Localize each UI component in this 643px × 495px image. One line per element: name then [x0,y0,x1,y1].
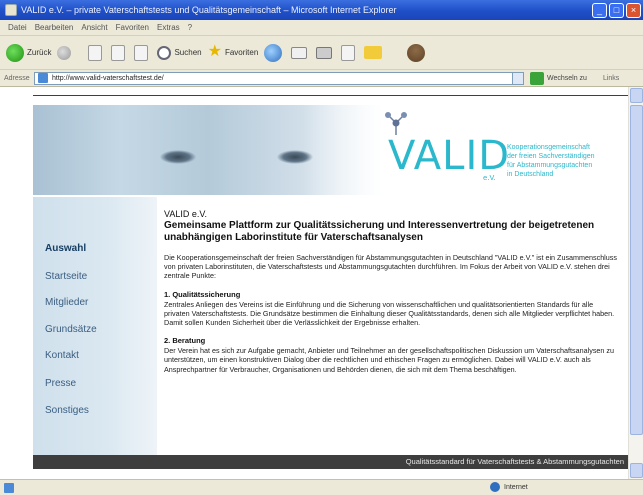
scroll-thumb[interactable] [630,105,643,435]
page-status-icon [4,482,14,493]
scroll-down-button[interactable] [630,463,643,478]
page-icon [38,73,48,83]
home-button[interactable] [134,44,151,61]
security-zone: Internet [490,482,528,492]
menu-tools[interactable]: Extras [157,23,180,32]
print-button[interactable] [316,46,335,59]
scroll-up-button[interactable] [630,88,643,103]
logo-suffix: e.V. [483,174,496,182]
search-label: Suchen [174,48,202,57]
menu-favorites[interactable]: Favoriten [116,23,149,32]
messenger-button[interactable] [407,43,428,62]
refresh-icon [111,44,126,61]
section-text-consulting: Der Verein hat es sich zur Aufgabe gemac… [164,346,614,374]
browser-toolbar: Zurück Suchen ★ Favoriten [0,36,643,70]
association-description: Kooperationsgemeinschaft der freien Sach… [507,143,625,179]
favorites-button[interactable]: ★ Favoriten [207,42,259,62]
association-line: der freien Sachverständigen [507,153,595,160]
forward-button[interactable] [57,45,74,60]
search-icon [157,45,172,60]
sidebar-item-sonstiges[interactable]: Sonstiges [45,405,89,416]
mail-icon [291,46,308,59]
menu-file[interactable]: Datei [8,23,27,32]
folder-icon [364,46,383,59]
address-label: Adresse [4,74,30,82]
page-viewport: VALID e.V. Kooperationsgemeinschaft der … [0,87,643,479]
site-container: VALID e.V. Kooperationsgemeinschaft der … [33,87,628,479]
edit-icon [341,44,356,61]
links-button[interactable]: Links [603,75,619,82]
star-icon: ★ [207,42,222,60]
stop-button[interactable] [88,44,105,61]
intro-paragraph: Die Kooperationsgemeinschaft der freien … [164,253,617,281]
window-titlebar: VALID e.V. – private Vaterschaftstests u… [0,0,643,20]
address-bar: Adresse http://www.valid-vaterschaftstes… [0,70,643,87]
sidebar-item-mitglieder[interactable]: Mitglieder [45,297,88,308]
sidebar-item-startseite[interactable]: Startseite [45,271,87,282]
history-button[interactable] [291,46,310,59]
media-button[interactable] [264,43,285,62]
refresh-button[interactable] [111,44,128,61]
printer-icon [316,46,333,59]
go-label: Wechseln zu [547,74,587,82]
top-divider [33,95,628,96]
back-arrow-icon [6,43,24,62]
sidebar-nav: Auswahl Startseite Mitglieder Grundsätze… [33,197,157,455]
menu-help[interactable]: ? [188,23,192,32]
menu-view[interactable]: Ansicht [81,23,107,32]
forward-arrow-icon [57,45,72,60]
site-banner: VALID e.V. Kooperationsgemeinschaft der … [33,105,628,195]
go-arrow-icon [530,71,544,85]
menu-edit[interactable]: Bearbeiten [35,23,74,32]
folder-button[interactable] [364,46,385,59]
menu-bar: Datei Bearbeiten Ansicht Favoriten Extra… [0,20,643,36]
messenger-icon [407,43,426,62]
sidebar-item-presse[interactable]: Presse [45,378,76,389]
sidebar-item-grundsaetze[interactable]: Grundsätze [45,324,97,335]
edit-button[interactable] [341,44,358,61]
window-title: VALID e.V. – private Vaterschaftstests u… [21,5,397,15]
address-url: http://www.valid-vaterschaftstest.de/ [52,74,164,82]
main-content: VALID e.V. Gemeinsame Plattform zur Qual… [164,209,619,449]
sidebar-item-kontakt[interactable]: Kontakt [45,350,79,361]
association-line: für Abstammungsgutachten [507,162,593,169]
zone-label: Internet [504,483,528,491]
address-dropdown-button[interactable] [512,71,524,85]
browser-icon [5,4,17,16]
internet-zone-icon [490,482,500,492]
status-bar: Internet [0,479,643,495]
vertical-scrollbar[interactable] [628,87,643,479]
close-button[interactable]: × [626,2,641,18]
section-text-quality: Zentrales Anliegen des Vereins ist die E… [164,299,615,328]
banner-eyes-image [33,105,383,195]
back-button[interactable]: Zurück [6,43,52,62]
association-line: in Deutschland [507,171,554,178]
valid-logo[interactable]: VALID e.V. [378,111,509,191]
back-label: Zurück [27,48,52,57]
favorites-label: Favoriten [224,48,259,57]
org-name: VALID e.V. [164,209,208,219]
search-button[interactable]: Suchen [157,45,202,60]
section-heading-consulting: 2. Beratung [164,336,206,346]
maximize-button[interactable]: □ [609,2,624,18]
home-icon [134,44,149,61]
go-button[interactable]: Wechseln zu [530,71,587,85]
media-icon [264,43,283,62]
section-heading-quality: 1. Qualitätssicherung [164,289,241,299]
sidebar-item-auswahl[interactable]: Auswahl [45,243,86,254]
address-input[interactable]: http://www.valid-vaterschaftstest.de/ [34,71,524,85]
footer-bar: Qualitätsstandard für Vaterschaftstests … [33,455,628,469]
association-line: Kooperationsgemeinschaft [507,144,590,151]
logo-text: VALID [388,133,511,179]
minimize-button[interactable]: _ [592,2,607,18]
page-headline: Gemeinsame Plattform zur Qualitätssicher… [164,220,595,243]
stop-icon [88,44,103,61]
